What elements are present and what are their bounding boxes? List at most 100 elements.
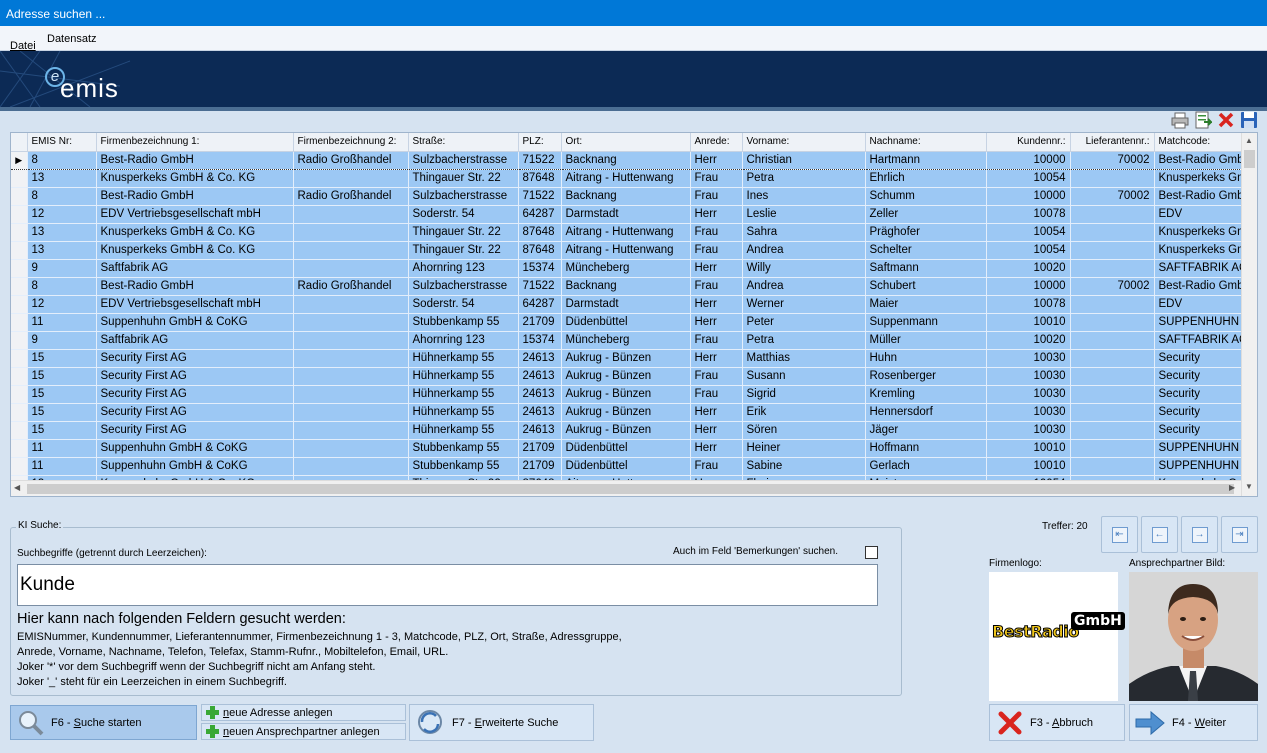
table-cell[interactable]: Herr bbox=[690, 349, 743, 368]
table-cell[interactable]: Thingauer Str. 22 bbox=[408, 241, 519, 260]
table-cell[interactable]: Hennersdorf bbox=[865, 403, 987, 422]
table-cell[interactable]: Security First AG bbox=[96, 403, 294, 422]
table-cell[interactable]: Best-Radio GmbH bbox=[96, 277, 294, 296]
table-row[interactable]: 15 Security First AG Hühnerkamp 55 24613 Auk… bbox=[11, 403, 1243, 422]
table-cell[interactable]: 8 bbox=[27, 277, 97, 296]
table-cell[interactable]: 70002 bbox=[1070, 187, 1155, 206]
table-cell[interactable]: Herr bbox=[690, 421, 743, 440]
advanced-search-button[interactable]: F7 - Erweiterte Suche bbox=[409, 704, 594, 741]
table-cell[interactable]: 87648 bbox=[518, 223, 562, 242]
table-cell[interactable]: Backnang bbox=[561, 150, 691, 170]
table-cell[interactable] bbox=[293, 223, 409, 242]
table-row[interactable]: 13Knusperkeks GmbH & Co. KG Thingauer Str… bbox=[11, 241, 1243, 260]
table-cell[interactable]: Sören bbox=[742, 421, 866, 440]
table-cell[interactable]: Herr bbox=[690, 295, 743, 314]
table-row[interactable]: 12 EDV Vertriebsgesellschaft mbH Soderstr.… bbox=[11, 205, 1243, 224]
table-cell[interactable]: 21709 bbox=[518, 313, 562, 332]
table-cell[interactable]: 12 bbox=[27, 205, 97, 224]
table-cell[interactable]: Aitrang - Huttenwang bbox=[561, 241, 691, 260]
table-cell[interactable]: Best-Radio GmbH bbox=[96, 150, 294, 170]
table-cell[interactable]: 64287 bbox=[518, 295, 562, 314]
column-header[interactable]: EMIS Nr: bbox=[27, 133, 97, 152]
table-cell[interactable]: 11 bbox=[27, 313, 97, 332]
table-cell[interactable] bbox=[293, 403, 409, 422]
table-cell[interactable]: 70002 bbox=[1070, 277, 1155, 296]
table-cell[interactable]: Sabine bbox=[742, 457, 866, 476]
table-cell[interactable]: Kremling bbox=[865, 385, 987, 404]
table-cell[interactable]: 10010 bbox=[986, 313, 1071, 332]
table-row[interactable]: 9 Saftfabrik AG Ahornring 123 15374 Münchebe… bbox=[11, 259, 1243, 278]
last-record-button[interactable]: ⇥ bbox=[1221, 516, 1258, 553]
row-indicator[interactable] bbox=[11, 313, 28, 332]
table-cell[interactable]: Saftfabrik AG bbox=[96, 259, 294, 278]
table-cell[interactable]: 13 bbox=[27, 169, 97, 188]
table-cell[interactable]: Soderstr. 54 bbox=[408, 205, 519, 224]
table-row[interactable]: 13Knusperkeks GmbH & Co. KG Thingauer Str… bbox=[11, 223, 1243, 242]
table-cell[interactable]: Hühnerkamp 55 bbox=[408, 349, 519, 368]
table-cell[interactable]: 10030 bbox=[986, 349, 1071, 368]
table-cell[interactable]: Suppenmann bbox=[865, 313, 987, 332]
table-cell[interactable]: Knusperkeks Gm bbox=[1154, 223, 1243, 242]
table-cell[interactable]: 13 bbox=[27, 223, 97, 242]
table-cell[interactable]: 10030 bbox=[986, 403, 1071, 422]
table-cell[interactable]: Matthias bbox=[742, 349, 866, 368]
row-indicator[interactable] bbox=[11, 421, 28, 440]
table-cell[interactable]: Leslie bbox=[742, 205, 866, 224]
table-cell[interactable]: Frau bbox=[690, 277, 743, 296]
table-cell[interactable]: Herr bbox=[690, 439, 743, 458]
table-cell[interactable]: 8 bbox=[27, 150, 97, 170]
table-cell[interactable] bbox=[293, 367, 409, 386]
table-cell[interactable]: 10000 bbox=[986, 187, 1071, 206]
table-row[interactable]: 8 Best-Radio GmbH Radio Großhandel Sulzbach… bbox=[11, 187, 1243, 206]
row-indicator[interactable] bbox=[11, 349, 28, 368]
address-grid[interactable]: EMIS Nr: Firmenbezeichnung 1: Firmenbezeic… bbox=[10, 132, 1258, 497]
table-cell[interactable]: Aukrug - Bünzen bbox=[561, 403, 691, 422]
table-cell[interactable]: Security bbox=[1154, 349, 1243, 368]
remarks-checkbox[interactable] bbox=[865, 546, 878, 559]
horizontal-scrollbar[interactable]: ◀ ▶ bbox=[11, 480, 1241, 496]
delete-icon[interactable] bbox=[1216, 110, 1236, 130]
table-cell[interactable] bbox=[293, 259, 409, 278]
table-cell[interactable]: Andrea bbox=[742, 241, 866, 260]
row-indicator[interactable] bbox=[11, 403, 28, 422]
table-cell[interactable]: Frau bbox=[690, 367, 743, 386]
table-cell[interactable]: 10054 bbox=[986, 223, 1071, 242]
table-cell[interactable]: Saftmann bbox=[865, 259, 987, 278]
table-cell[interactable]: Aukrug - Bünzen bbox=[561, 349, 691, 368]
table-cell[interactable]: EDV bbox=[1154, 295, 1243, 314]
column-header[interactable]: Kundennr.: bbox=[986, 133, 1071, 152]
row-indicator[interactable] bbox=[11, 205, 28, 224]
table-cell[interactable]: 11 bbox=[27, 457, 97, 476]
table-cell[interactable]: Security bbox=[1154, 421, 1243, 440]
table-cell[interactable] bbox=[1070, 313, 1155, 332]
column-header[interactable]: Straße: bbox=[408, 133, 519, 152]
row-indicator[interactable] bbox=[11, 457, 28, 476]
next-record-button[interactable]: → bbox=[1181, 516, 1218, 553]
table-cell[interactable]: 9 bbox=[27, 259, 97, 278]
table-cell[interactable]: Aitrang - Huttenwang bbox=[561, 169, 691, 188]
table-cell[interactable]: Backnang bbox=[561, 187, 691, 206]
vertical-scroll-thumb[interactable] bbox=[1244, 150, 1255, 168]
table-cell[interactable]: 15374 bbox=[518, 331, 562, 350]
table-cell[interactable]: 10020 bbox=[986, 259, 1071, 278]
table-cell[interactable]: Soderstr. 54 bbox=[408, 295, 519, 314]
table-cell[interactable]: Petra bbox=[742, 331, 866, 350]
table-cell[interactable]: Schumm bbox=[865, 187, 987, 206]
row-indicator[interactable]: ▶ bbox=[11, 150, 28, 170]
table-cell[interactable]: Security bbox=[1154, 403, 1243, 422]
table-cell[interactable]: Susann bbox=[742, 367, 866, 386]
new-contact-button[interactable]: neuen Ansprechpartner anlegen bbox=[201, 723, 406, 740]
table-cell[interactable]: 10030 bbox=[986, 367, 1071, 386]
export-icon[interactable] bbox=[1193, 110, 1213, 130]
table-cell[interactable]: Zeller bbox=[865, 205, 987, 224]
table-cell[interactable]: Backnang bbox=[561, 277, 691, 296]
table-cell[interactable]: 21709 bbox=[518, 457, 562, 476]
column-header[interactable]: Firmenbezeichnung 2: bbox=[293, 133, 409, 152]
table-cell[interactable] bbox=[1070, 385, 1155, 404]
table-cell[interactable]: Best-Radio Gmb bbox=[1154, 150, 1243, 170]
row-indicator[interactable] bbox=[11, 241, 28, 260]
row-indicator[interactable] bbox=[11, 277, 28, 296]
table-cell[interactable]: Hühnerkamp 55 bbox=[408, 385, 519, 404]
table-cell[interactable] bbox=[293, 313, 409, 332]
search-input[interactable]: Kunde bbox=[17, 564, 878, 606]
